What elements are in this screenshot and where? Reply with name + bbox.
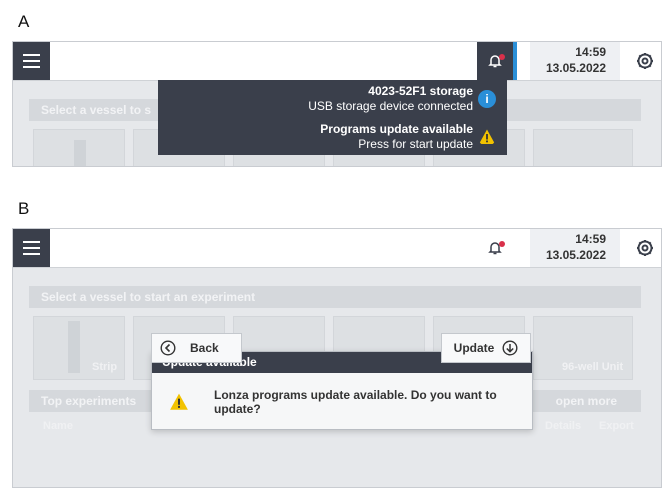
select-vessel-text: Select a vessel to start an experiment [41, 290, 256, 304]
arrow-left-circle-icon [160, 340, 176, 356]
vessel-strip[interactable]: Strip [33, 316, 125, 380]
datetime-display: 14:59 13.05.2022 [530, 229, 620, 267]
time-text: 14:59 [575, 45, 606, 59]
notification-item-update[interactable]: Programs update available Press for star… [158, 118, 507, 155]
top-bar: 14:59 13.05.2022 [13, 229, 661, 268]
notification-subtitle: Press for start update [358, 137, 473, 151]
time-text: 14:59 [575, 232, 606, 246]
settings-button[interactable] [629, 229, 661, 267]
update-button[interactable]: Update [441, 333, 531, 363]
arrow-down-circle-icon [502, 340, 518, 356]
select-vessel-bar: Select a vessel to start an experiment [29, 286, 641, 308]
dialog-message: Lonza programs update available. Do you … [214, 388, 497, 416]
alert-dot [499, 241, 505, 247]
column-header-name: Name [43, 420, 73, 432]
dialog-body: Lonza programs update available. Do you … [152, 373, 532, 429]
panel-a-label: A [18, 12, 30, 31]
strip-icon [74, 140, 86, 166]
screen-b: Select a vessel to start an experiment S… [12, 228, 662, 488]
warning-icon [479, 129, 495, 144]
vessel-96-well[interactable]: 96-well Unit [533, 316, 633, 380]
date-text: 13.05.2022 [545, 248, 606, 262]
date-text: 13.05.2022 [545, 61, 606, 75]
notification-subtitle: USB storage device connected [308, 99, 473, 113]
menu-button[interactable] [13, 42, 50, 80]
settings-button[interactable] [629, 42, 661, 80]
column-header-details: Details [545, 420, 582, 432]
back-button[interactable]: Back [151, 333, 242, 363]
info-icon: i [478, 90, 496, 108]
open-more-link[interactable]: open more [556, 390, 617, 412]
datetime-display: 14:59 13.05.2022 [530, 42, 620, 80]
panel-b-label: B [18, 199, 30, 218]
gear-icon [637, 240, 653, 256]
select-vessel-text: Select a vessel to s [41, 103, 152, 117]
warning-icon [170, 393, 188, 410]
column-header-export: Export [599, 420, 634, 432]
update-label: Update [453, 341, 495, 355]
vessel-strip[interactable] [33, 129, 125, 166]
back-label: Back [190, 341, 219, 355]
vessel-96-well[interactable] [533, 129, 633, 166]
notification-dropdown: 4023-52F1 storage USB storage device con… [158, 80, 507, 155]
alert-dot [499, 54, 505, 60]
notification-title: 4023-52F1 storage [368, 84, 473, 98]
notification-button[interactable] [477, 229, 513, 267]
notification-button[interactable] [477, 42, 517, 80]
vessel-label: Strip [92, 361, 118, 373]
top-bar: 14:59 13.05.2022 [13, 42, 661, 81]
gear-icon [637, 53, 653, 69]
vessel-label: 96-well Unit [562, 361, 624, 373]
strip-icon [68, 321, 80, 373]
screen-a: Select a vessel to s 14:59 13.05.2022 40… [12, 41, 662, 167]
top-experiments-text: Top experiments [41, 394, 137, 408]
menu-button[interactable] [13, 229, 50, 267]
notification-item-usb[interactable]: 4023-52F1 storage USB storage device con… [158, 80, 507, 117]
notification-title: Programs update available [320, 122, 473, 136]
